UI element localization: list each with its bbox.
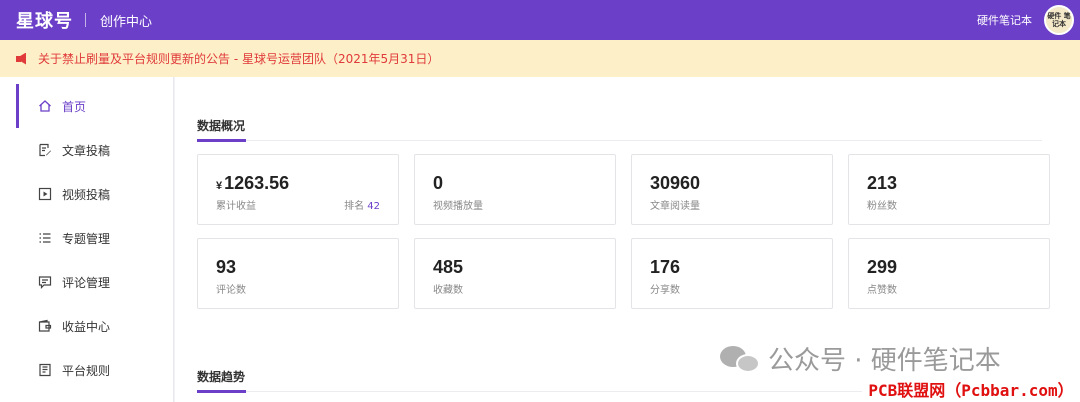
sidebar-item-label: 收益中心 (62, 319, 111, 334)
stat-label: 分享数 (650, 285, 680, 296)
announcement-bar[interactable]: 关于禁止刷量及平台规则更新的公告 - 星球号运营团队（2021年5月31日） (0, 40, 1080, 77)
header-divider (85, 13, 86, 27)
wechat-watermark: 公众号 · 硬件笔记本 (720, 340, 1001, 377)
app-logo[interactable]: 星球号 (16, 7, 73, 33)
stat-value: 485 (433, 257, 464, 277)
username[interactable]: 硬件笔记本 (977, 12, 1032, 28)
watermark-text: 公众号 · 硬件笔记本 (768, 346, 1001, 376)
sidebar-item-label: 专题管理 (62, 231, 111, 246)
megaphone-icon (16, 52, 30, 65)
active-underline (197, 139, 246, 142)
video-icon (38, 187, 52, 201)
sidebar-item-label: 平台规则 (62, 363, 111, 378)
sidebar-item-label: 评论管理 (62, 275, 111, 290)
wallet-icon (38, 319, 52, 333)
stat-card-video-plays[interactable]: 0 视频播放量 (414, 154, 616, 225)
sidebar-item-video[interactable]: 视频投稿 (16, 172, 174, 216)
sidebar-item-comments[interactable]: 评论管理 (16, 260, 174, 304)
stat-card-favorites[interactable]: 485 收藏数 (414, 238, 616, 309)
stat-card-earnings[interactable]: ¥1263.56 累计收益 排名 42 (197, 154, 399, 225)
sidebar-item-home[interactable]: 首页 (16, 84, 174, 128)
stat-card-shares[interactable]: 176 分享数 (631, 238, 833, 309)
sidebar-item-rules[interactable]: 平台规则 (16, 348, 174, 392)
top-bar: 星球号 创作中心 硬件笔记本 硬件 笔记本 (0, 0, 1080, 40)
stat-label: 文章阅读量 (650, 201, 700, 212)
stat-card-comments[interactable]: 93 评论数 (197, 238, 399, 309)
stat-card-followers[interactable]: 213 粉丝数 (848, 154, 1050, 225)
sidebar-item-earnings[interactable]: 收益中心 (16, 304, 174, 348)
stat-card-likes[interactable]: 299 点赞数 (848, 238, 1050, 309)
section-heading: 数据趋势 (197, 370, 246, 384)
stat-label: 粉丝数 (867, 201, 897, 212)
stat-value: 93 (216, 257, 237, 277)
stat-value: 30960 (650, 173, 701, 193)
stat-label: 评论数 (216, 285, 246, 296)
stat-card-article-reads[interactable]: 30960 文章阅读量 (631, 154, 833, 225)
stat-value: 0 (433, 173, 444, 193)
sidebar-item-topics[interactable]: 专题管理 (16, 216, 174, 260)
wechat-icon (720, 344, 762, 374)
overview-header: 数据概况 (197, 111, 1042, 142)
sidebar-item-label: 文章投稿 (62, 143, 111, 158)
stat-label: 点赞数 (867, 285, 897, 296)
section-heading: 数据概况 (197, 119, 246, 133)
section-title[interactable]: 创作中心 (100, 11, 152, 30)
sidebar-item-label: 视频投稿 (62, 187, 111, 202)
stat-value: 299 (867, 257, 898, 277)
stat-value: 176 (650, 257, 681, 277)
rules-document-icon (38, 363, 52, 377)
home-icon (38, 99, 52, 113)
stat-label: 累计收益 (216, 201, 256, 212)
edit-document-icon (38, 143, 52, 157)
rank-indicator: 排名 42 (344, 201, 380, 212)
sidebar-item-article[interactable]: 文章投稿 (16, 128, 174, 172)
sidebar-item-label: 首页 (62, 99, 87, 114)
stat-label: 收藏数 (433, 285, 463, 296)
avatar[interactable]: 硬件 笔记本 (1044, 5, 1074, 35)
site-watermark: PCB联盟网（Pcbbar.com） (862, 375, 1080, 402)
active-underline (197, 390, 246, 393)
announcement-text[interactable]: 关于禁止刷量及平台规则更新的公告 - 星球号运营团队（2021年5月31日） (38, 50, 439, 67)
sidebar: 首页 文章投稿 视频投稿 专题管理 评论管理 收益中心 平台规则 (0, 77, 174, 402)
stat-value: ¥1263.56 (216, 173, 290, 193)
list-icon (38, 231, 52, 245)
stat-value: 213 (867, 173, 898, 193)
comment-icon (38, 275, 52, 289)
stat-label: 视频播放量 (433, 201, 483, 212)
